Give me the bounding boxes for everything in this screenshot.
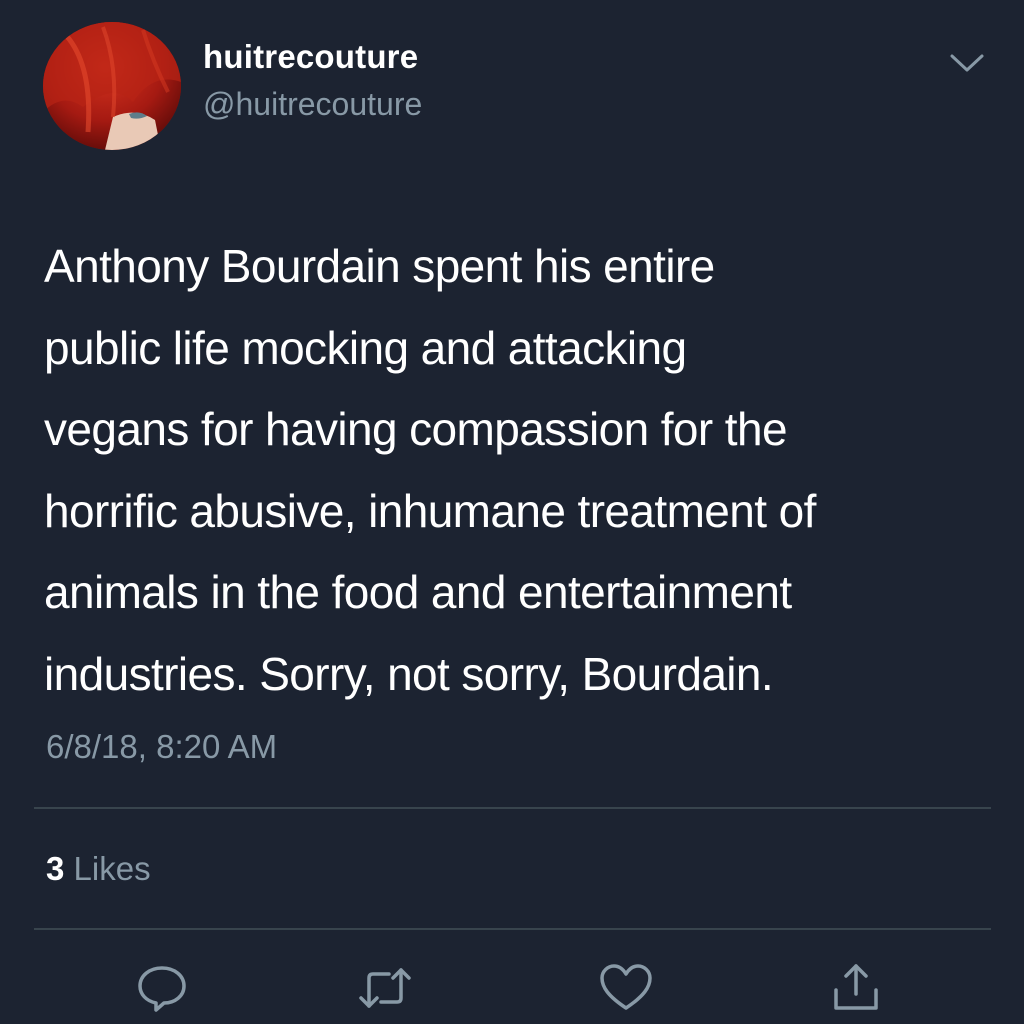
likes-number: 3	[46, 850, 65, 887]
reply-button[interactable]	[134, 962, 190, 1014]
divider	[34, 928, 991, 930]
tweet-text: Anthony Bourdain spent his entire public…	[44, 226, 1004, 715]
avatar[interactable]	[43, 22, 181, 150]
avatar-image	[43, 22, 181, 150]
chevron-down-icon[interactable]	[949, 50, 985, 76]
tweet-text-line: Anthony Bourdain spent his entire	[44, 240, 715, 292]
tweet-detail-screen: huitrecouture @huitrecouture Anthony Bou…	[0, 0, 1024, 1024]
likes-label: Likes	[64, 850, 151, 887]
like-button[interactable]	[598, 962, 654, 1014]
divider	[34, 807, 991, 809]
likes-count[interactable]: 3 Likes	[46, 850, 151, 888]
heart-icon	[600, 964, 652, 1010]
tweet-text-line: public life mocking and attacking	[44, 321, 687, 374]
share-button[interactable]	[828, 962, 884, 1014]
tweet-text-line: animals in the food and entertainment	[44, 566, 792, 618]
tweet-text-line: horrific abusive, inhumane treatment of	[44, 484, 816, 537]
display-name[interactable]: huitrecouture	[203, 38, 418, 76]
retweet-button[interactable]	[357, 962, 413, 1014]
reply-icon	[138, 966, 186, 1012]
retweet-icon	[359, 968, 411, 1008]
tweet-text-line: vegans for having compassion for the	[44, 403, 788, 455]
share-icon	[834, 964, 878, 1010]
user-handle[interactable]: @huitrecouture	[203, 86, 422, 123]
tweet-timestamp: 6/8/18, 8:20 AM	[46, 728, 278, 765]
tweet-text-line: industries. Sorry, not sorry, Bourdain.	[44, 647, 774, 700]
